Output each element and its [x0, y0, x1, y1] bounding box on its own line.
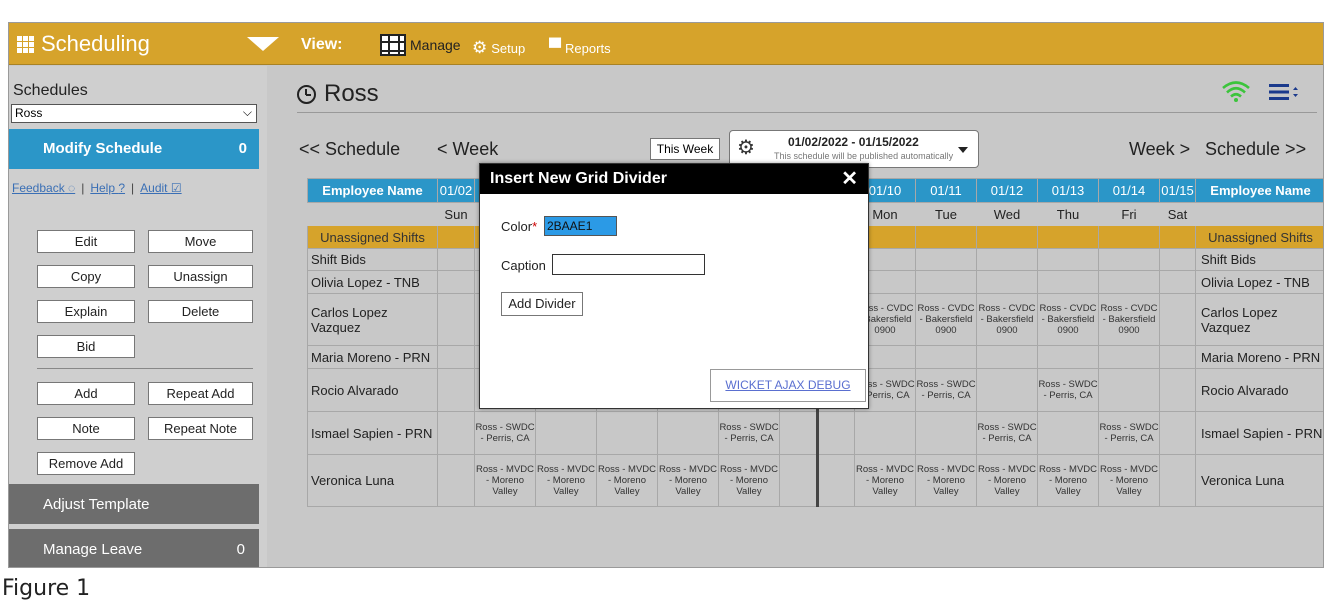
color-label: Color* — [501, 219, 537, 234]
close-icon[interactable]: ✕ — [841, 164, 858, 194]
color-label-text: Color — [501, 219, 533, 234]
caption-input[interactable] — [552, 254, 705, 275]
required-mark: * — [532, 219, 538, 234]
color-input[interactable] — [544, 216, 617, 236]
figure-caption: Figure 1 — [2, 576, 91, 601]
insert-grid-divider-dialog: Insert New Grid Divider ✕ Color* Caption… — [479, 163, 869, 409]
dialog-title-bar: Insert New Grid Divider ✕ — [480, 164, 868, 194]
add-divider-button[interactable]: Add Divider — [501, 292, 583, 316]
dialog-title: Insert New Grid Divider — [490, 170, 667, 187]
wicket-ajax-debug-link[interactable]: WICKET AJAX DEBUG — [725, 378, 850, 392]
browser-frame: Scheduling View: Manage ⚙ Setup ▀ Report… — [8, 22, 1324, 568]
caption-label: Caption — [501, 258, 546, 273]
debug-box: WICKET AJAX DEBUG — [710, 369, 866, 402]
